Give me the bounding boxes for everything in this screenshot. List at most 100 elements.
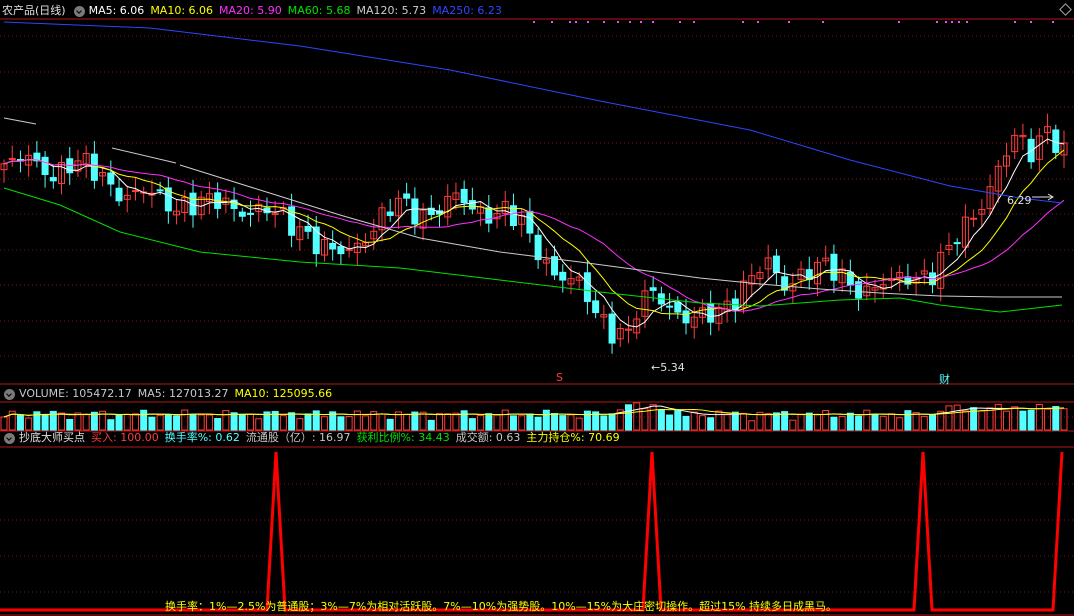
signal-dot	[898, 21, 900, 23]
volume-bar	[583, 410, 591, 431]
volume-bar	[189, 414, 197, 431]
indicator-turnover-label: 换手率%: 0.62	[164, 431, 240, 444]
volume-bar	[559, 415, 567, 431]
signal-dot	[617, 21, 619, 23]
volume-bar	[855, 415, 863, 431]
signal-dot	[742, 21, 744, 23]
candle-body	[90, 153, 98, 181]
volume-bar	[813, 413, 821, 431]
volume-bar	[1011, 406, 1019, 431]
volume-bar	[362, 415, 370, 431]
volume-bar	[682, 415, 690, 431]
price-ma20-label: MA20: 5.90	[219, 4, 282, 17]
volume-bar	[230, 412, 238, 431]
volume-bar	[452, 412, 460, 431]
volume-bar	[698, 415, 706, 431]
volume-bar	[740, 412, 748, 431]
volume-bar	[16, 414, 24, 431]
indicator-buy-label: 买入: 100.00	[91, 431, 159, 444]
volume-bar	[123, 413, 131, 431]
volume-bar	[789, 419, 797, 431]
price-ma120-label: MA120: 5.73	[356, 4, 427, 17]
volume-bar	[255, 418, 263, 431]
indicator-profit-ratio-label: 获利比例%: 34.43	[356, 431, 450, 444]
volume-bar	[518, 415, 526, 431]
volume-bar	[715, 410, 723, 431]
volume-bar	[66, 418, 74, 431]
stock-chart[interactable]	[0, 0, 1074, 616]
volume-bar	[1052, 406, 1060, 431]
volume-bar	[649, 404, 657, 431]
volume-label: VOLUME: 105472.17	[19, 387, 132, 400]
volume-bar	[477, 415, 485, 431]
volume-bar	[624, 404, 632, 431]
volume-bar	[493, 414, 501, 431]
ma20-line	[3, 159, 1065, 312]
volume-bar	[904, 410, 912, 431]
volume-panel-header: VOLUME: 105472.17 MA5: 127013.27 MA10: 1…	[2, 386, 338, 402]
volume-bar	[1019, 410, 1027, 431]
chevron-down-icon[interactable]	[4, 432, 15, 444]
candle-body	[682, 310, 690, 324]
volume-bar	[707, 417, 715, 431]
candle-body	[337, 246, 345, 255]
volume-bar	[41, 415, 49, 431]
volume-bar	[822, 410, 830, 431]
volume-bar	[863, 409, 871, 431]
volume-bar	[961, 410, 969, 431]
volume-bar	[25, 417, 33, 431]
ma120-line-segment	[111, 147, 177, 164]
volume-bar	[304, 413, 312, 431]
volume-bar	[238, 414, 246, 431]
signal-dot	[788, 21, 790, 23]
volume-bar	[838, 415, 846, 431]
candle-body	[156, 189, 164, 192]
candle-body	[238, 211, 246, 217]
volume-bar	[945, 405, 953, 431]
indicator-holding-label: 主力持仓%: 70.69	[526, 431, 620, 444]
buy-signal-line	[0, 451, 1064, 612]
volume-bar	[0, 416, 8, 431]
volume-ma10-label: MA10: 125095.66	[234, 387, 333, 400]
volume-bar	[978, 410, 986, 431]
chevron-down-icon[interactable]	[73, 5, 85, 17]
candle-body	[970, 217, 978, 220]
signal-dot	[569, 21, 571, 23]
candle-body	[460, 188, 468, 204]
candle-body	[115, 187, 123, 202]
signal-dot	[1030, 21, 1032, 23]
candle-body	[559, 271, 567, 281]
candle-body	[674, 301, 682, 313]
volume-bar	[173, 415, 181, 431]
volume-bar	[58, 412, 66, 431]
volume-bar	[805, 412, 813, 431]
volume-bar	[427, 419, 435, 431]
low-price-label: ←5.34	[651, 361, 685, 374]
volume-bar	[542, 409, 550, 431]
volume-bar	[887, 413, 895, 431]
volume-bar	[551, 413, 559, 431]
volume-bar	[608, 413, 616, 431]
volume-bar	[205, 414, 213, 431]
chevron-down-icon[interactable]	[4, 388, 15, 400]
indicator-float-shares-label: 流通股（亿）: 16.97	[245, 431, 351, 444]
signal-dot	[575, 21, 577, 23]
volume-bar	[920, 415, 928, 431]
candle-body	[666, 305, 674, 308]
volume-bar	[436, 412, 444, 431]
signal-dot	[951, 21, 953, 23]
signal-dot	[629, 21, 631, 23]
volume-bar	[772, 412, 780, 431]
candle-body	[329, 242, 337, 250]
volume-bar	[197, 414, 205, 431]
candle-body	[49, 177, 57, 182]
signal-dot	[822, 21, 824, 23]
signal-dot	[693, 21, 695, 23]
volume-bar	[181, 409, 189, 431]
signal-dot	[966, 21, 968, 23]
volume-bar	[148, 416, 156, 431]
price-ma250-label: MA250: 6.23	[432, 4, 502, 17]
volume-bar	[164, 413, 172, 431]
signal-dot	[958, 21, 960, 23]
footer-note: 换手率：1%—2.5%为普通股；3%—7%为相对活跃股。7%—10%为强势股。1…	[165, 600, 838, 613]
